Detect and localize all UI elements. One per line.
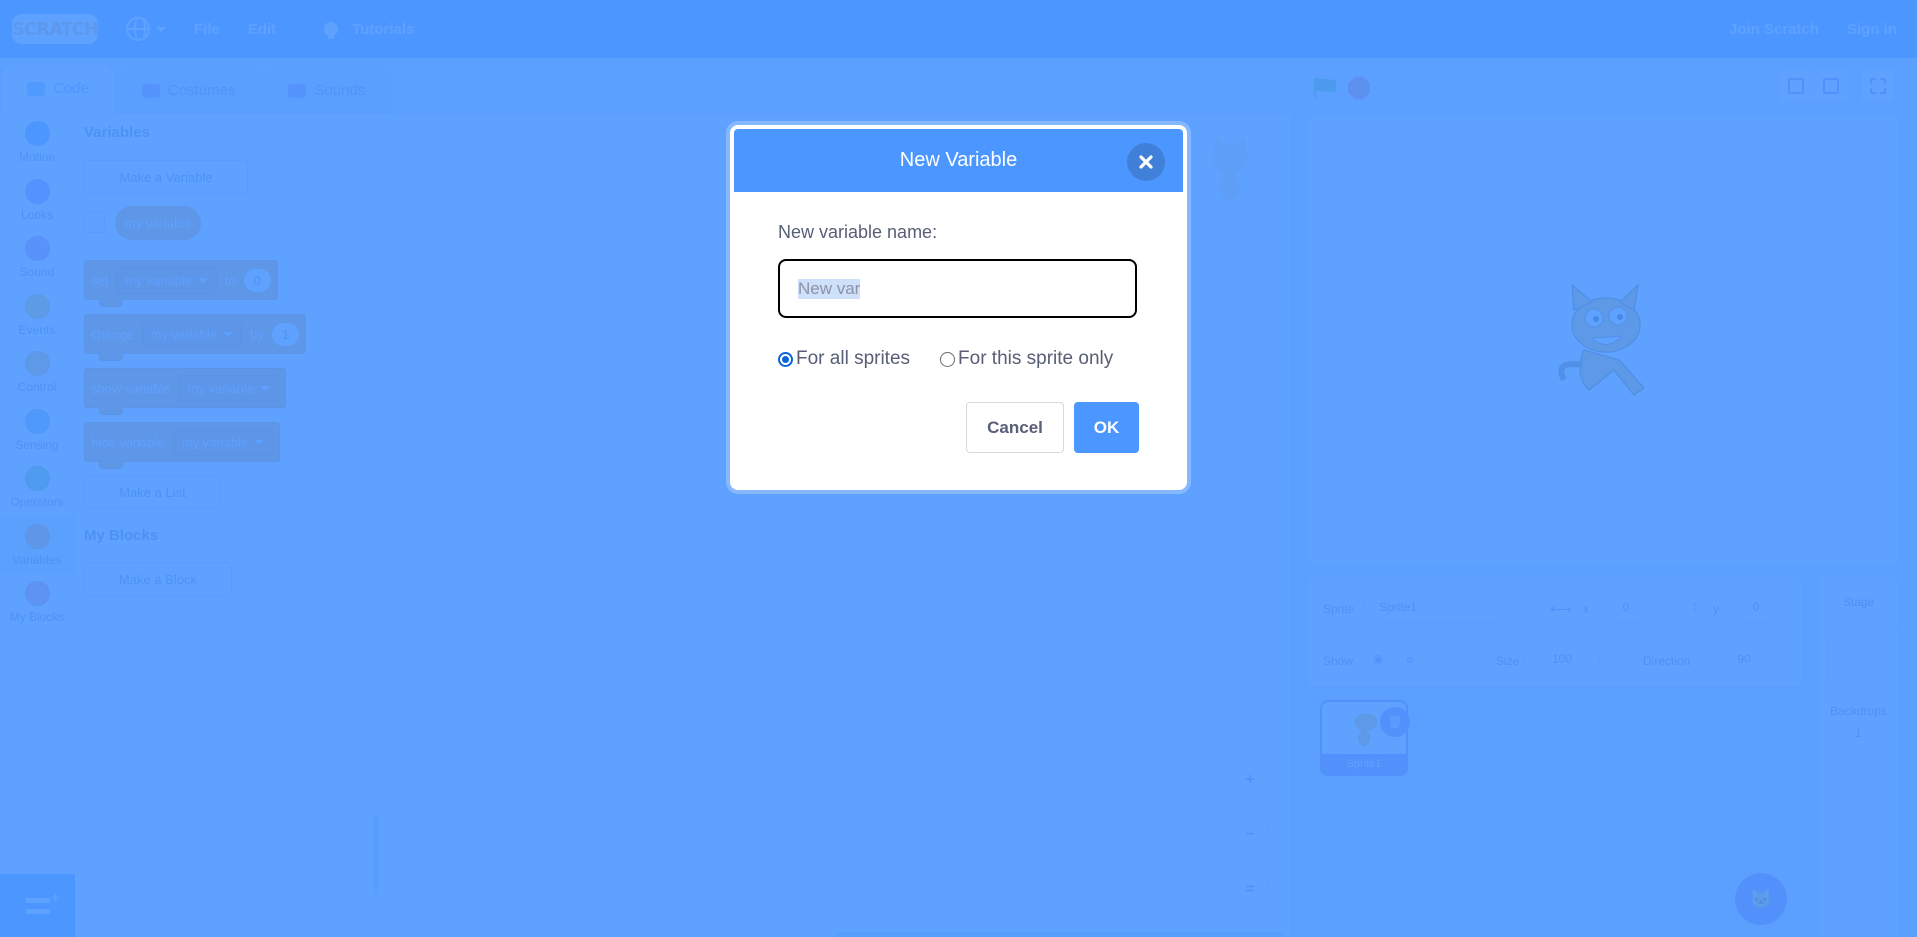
dialog-body: New variable name: New var For all sprit… [734,192,1183,453]
selected-input-text: New var [798,278,861,299]
new-variable-dialog: New Variable New variable name: New var … [730,125,1187,490]
cancel-button[interactable]: Cancel [966,402,1064,453]
variable-name-label: New variable name: [778,222,938,242]
dialog-header: New Variable [734,129,1183,192]
ok-button[interactable]: OK [1074,402,1139,453]
radio-label: For this sprite only [958,348,1114,369]
close-icon [1139,155,1153,169]
scope-radio-group: For all sprites For this sprite only [778,348,1139,370]
radio-checked-icon [778,351,793,367]
variable-name-input[interactable]: New var [778,259,1137,318]
radio-unchecked-icon [940,351,956,367]
dialog-title: New Variable [899,149,1018,171]
radio-for-this-sprite-only[interactable]: For this sprite only [940,348,1113,370]
radio-label: For all sprites [796,348,911,369]
close-button[interactable] [1127,143,1165,181]
dialog-buttons: Cancel OK [778,402,1139,453]
radio-for-all-sprites[interactable]: For all sprites [778,348,910,370]
